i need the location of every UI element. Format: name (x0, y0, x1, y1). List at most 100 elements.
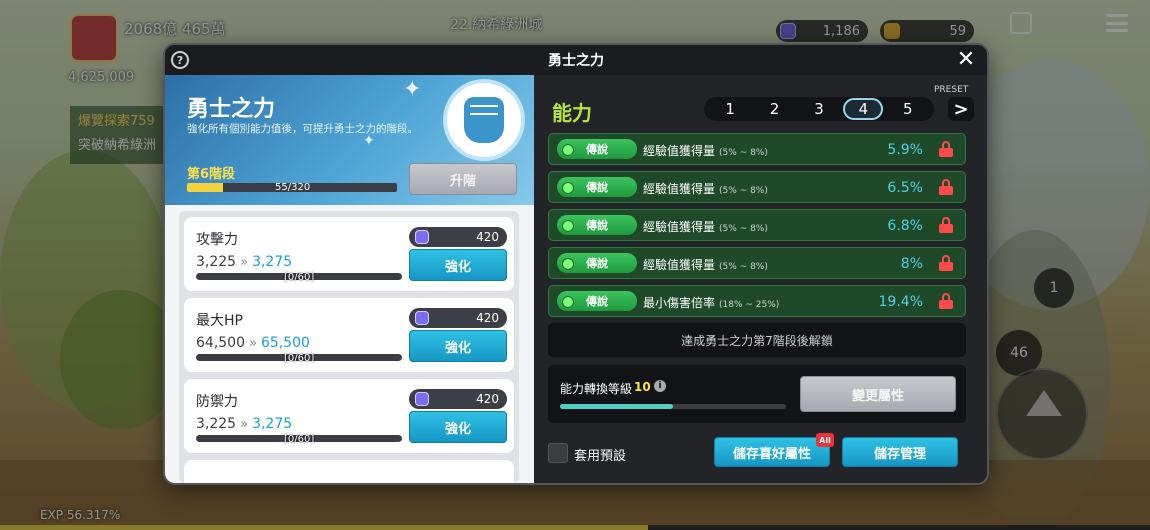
ability-value: 8% (900, 256, 923, 272)
gem-icon (415, 230, 429, 244)
help-icon[interactable]: ? (171, 51, 189, 69)
cost-badge: 420 (409, 389, 507, 409)
ability-value: 5.9% (887, 142, 923, 158)
stat-card (184, 460, 514, 483)
stat-progress-text: [0/60] (284, 434, 315, 445)
ability-label: 經驗值獲得量 (643, 220, 716, 234)
enhance-button[interactable]: 強化 (409, 249, 507, 281)
lock-icon[interactable] (939, 255, 953, 271)
ability-title: 能力 (552, 101, 592, 125)
double-chevron-icon: » (240, 417, 249, 432)
stat-current: 3,225 (196, 254, 237, 270)
ability-name: 最小傷害倍率 (18% ~ 25%) (643, 294, 779, 311)
stat-name: 攻擊力 (196, 232, 238, 248)
preset-tab-2[interactable]: 2 (755, 98, 795, 120)
stat-card: 攻擊力 3,225» 3,275 [0/60] 420 強化 (184, 217, 514, 291)
apply-preset-checkbox[interactable] (548, 443, 568, 463)
stage-label: 第6階段 (187, 167, 236, 182)
stat-progress-text: [0/60] (284, 353, 315, 364)
ability-value: 6.8% (887, 218, 923, 234)
ability-name: 經驗值獲得量 (5% ~ 8%) (643, 142, 768, 159)
ability-range: (5% ~ 8%) (719, 186, 768, 196)
ability-row: 傳說 最小傷害倍率 (18% ~ 25%) 19.4% (548, 285, 966, 317)
chevron-right-icon[interactable]: > (948, 97, 974, 121)
grade-badge: 傳說 (557, 215, 637, 235)
preset-label: PRESET (934, 85, 969, 95)
ability-label: 經驗值獲得量 (643, 258, 716, 272)
info-icon[interactable]: i (654, 380, 666, 392)
stat-values: 3,225» 3,275 (196, 416, 292, 432)
stat-current: 3,225 (196, 416, 237, 432)
grade-badge: 傳說 (557, 253, 637, 273)
ability-row: 傳說 經驗值獲得量 (5% ~ 8%) 5.9% (548, 133, 966, 165)
ability-row: 傳說 經驗值獲得量 (5% ~ 8%) 6.8% (548, 209, 966, 241)
convert-progress-bar (560, 404, 786, 409)
cost-badge: 420 (409, 308, 507, 328)
all-badge: All (816, 433, 834, 447)
ability-value: 19.4% (878, 294, 923, 310)
hero-banner: 勇士之力 強化所有個別能力值後，可提升勇士之力的階段。 ✦ ✦ 第6階段 55/… (165, 75, 534, 205)
section-description: 強化所有個別能力值後，可提升勇士之力的階段。 (187, 123, 418, 135)
stat-card: 最大HP 64,500 » 65,500 [0/60] 420 強化 (184, 298, 514, 372)
preset-tab-3[interactable]: 3 (799, 98, 839, 120)
ability-range: (5% ~ 8%) (719, 148, 768, 158)
ability-name: 經驗值獲得量 (5% ~ 8%) (643, 218, 768, 235)
right-panel: 能力 PRESET 1 2 3 4 5 > 傳說 經驗值獲得量 (5% ~ 8%)… (534, 75, 987, 483)
stage-progress-text: 55/320 (275, 182, 311, 193)
lock-icon[interactable] (939, 293, 953, 309)
change-attribute-button[interactable]: 變更屬性 (800, 376, 956, 412)
cost-value: 420 (476, 230, 499, 244)
gem-icon (415, 311, 429, 325)
section-title: 勇士之力 (187, 97, 276, 122)
convert-level: 10 (634, 380, 651, 394)
sparkle-icon: ✦ (403, 77, 422, 102)
stat-values: 64,500 » 65,500 (196, 335, 310, 351)
enhance-button[interactable]: 強化 (409, 330, 507, 362)
preset-tab-1[interactable]: 1 (710, 98, 750, 120)
save-favorite-button[interactable]: 儲存喜好屬性 (714, 437, 830, 467)
lock-icon[interactable] (939, 141, 953, 157)
grade-badge: 傳說 (557, 291, 637, 311)
warrior-power-modal: ? 勇士之力 ✕ 勇士之力 強化所有個別能力值後，可提升勇士之力的階段。 ✦ ✦… (165, 45, 987, 483)
double-chevron-icon: » (240, 255, 249, 270)
stat-card: 防禦力 3,225» 3,275 [0/60] 420 強化 (184, 379, 514, 453)
sparkle-icon: ✦ (363, 133, 375, 149)
cost-value: 420 (476, 311, 499, 325)
stat-values: 3,225» 3,275 (196, 254, 292, 270)
enhance-button[interactable]: 強化 (409, 411, 507, 443)
save-manage-button[interactable]: 儲存管理 (842, 437, 958, 467)
stat-list[interactable]: 攻擊力 3,225» 3,275 [0/60] 420 強化 最大HP 64,50… (179, 211, 519, 483)
close-icon[interactable]: ✕ (955, 49, 977, 71)
stat-next: 3,275 (252, 254, 293, 270)
cost-value: 420 (476, 392, 499, 406)
modal-header: ? 勇士之力 ✕ (165, 45, 987, 75)
ability-value: 6.5% (887, 180, 923, 196)
unlock-banner: 達成勇士之力第7階段後解鎖 (548, 323, 966, 357)
ability-range: (5% ~ 8%) (719, 262, 768, 272)
lock-icon[interactable] (939, 179, 953, 195)
ability-name: 經驗值獲得量 (5% ~ 8%) (643, 256, 768, 273)
ability-row: 傳說 經驗值獲得量 (5% ~ 8%) 6.5% (548, 171, 966, 203)
convert-label: 能力轉換等級 (560, 382, 633, 396)
ability-row: 傳說 經驗值獲得量 (5% ~ 8%) 8% (548, 247, 966, 279)
fist-emblem-icon (443, 79, 525, 161)
preset-tab-4[interactable]: 4 (843, 98, 884, 120)
ability-label: 經驗值獲得量 (643, 182, 716, 196)
stat-current: 64,500 (196, 335, 245, 351)
ability-range: (18% ~ 25%) (719, 300, 780, 310)
gem-icon (415, 392, 429, 406)
ability-label: 經驗值獲得量 (643, 144, 716, 158)
preset-tab-5[interactable]: 5 (888, 98, 928, 120)
stat-name: 防禦力 (196, 394, 238, 410)
preset-tabs: 1 2 3 4 5 (704, 97, 934, 121)
convert-level-box: 能力轉換等級 10 i 變更屬性 (548, 365, 966, 423)
modal-title: 勇士之力 (548, 53, 604, 69)
left-panel: 勇士之力 強化所有個別能力值後，可提升勇士之力的階段。 ✦ ✦ 第6階段 55/… (165, 75, 534, 483)
apply-preset-label: 套用預設 (574, 449, 627, 464)
ability-name: 經驗值獲得量 (5% ~ 8%) (643, 180, 768, 197)
upgrade-stage-button[interactable]: 升階 (409, 163, 517, 195)
stat-name: 最大HP (196, 313, 243, 329)
lock-icon[interactable] (939, 217, 953, 233)
ability-range: (5% ~ 8%) (719, 224, 768, 234)
grade-badge: 傳說 (557, 177, 637, 197)
